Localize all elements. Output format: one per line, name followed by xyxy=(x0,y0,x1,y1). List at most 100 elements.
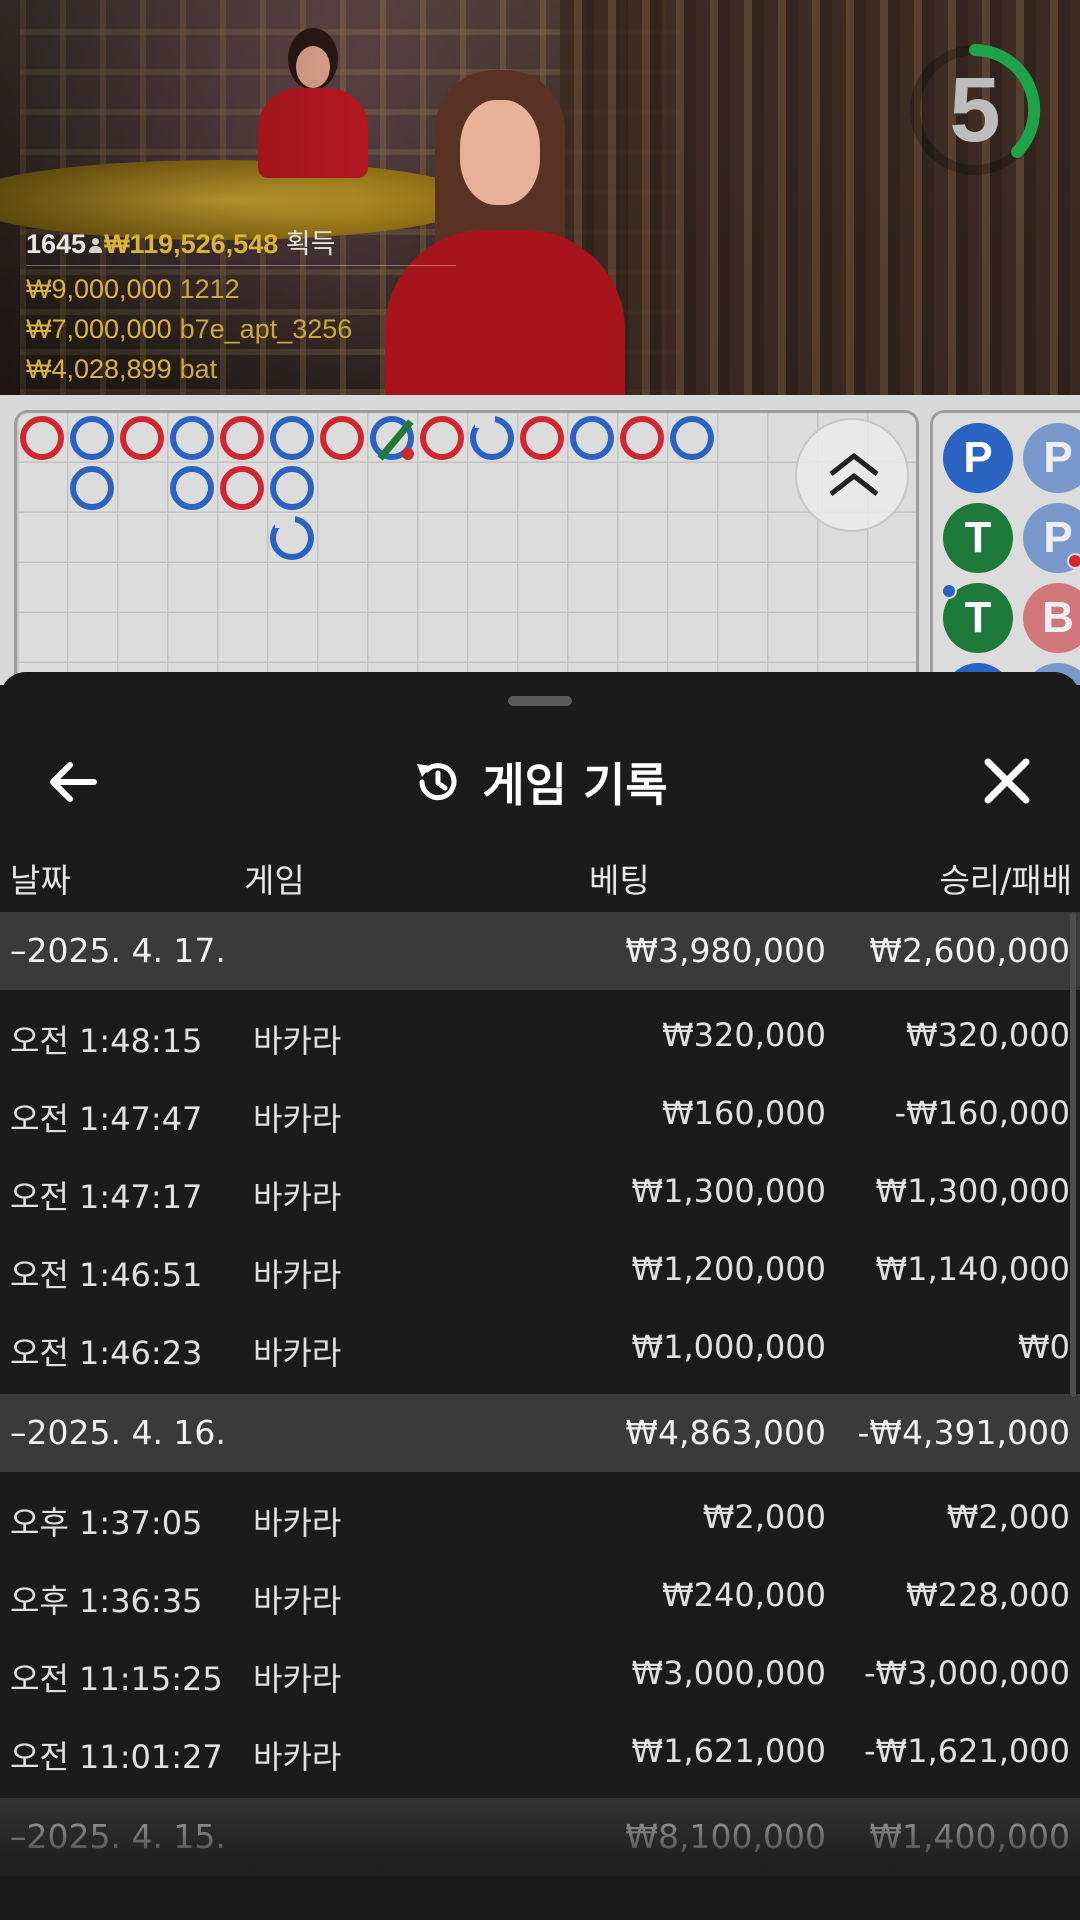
row-game: 바카라 xyxy=(253,1504,342,1542)
history-row[interactable]: 오전 1:47:17 바카라 ₩1,300,000 ₩1,300,000 xyxy=(0,1153,1080,1231)
banker-ring xyxy=(220,466,264,510)
banker-ring xyxy=(420,416,464,460)
game-history-sheet: 게임 기록 날짜 게임 베팅 승리/패배 –2025. 4. 17. ₩3,980 xyxy=(0,672,1080,1920)
row-time: 오후 1:36:35 xyxy=(10,1582,203,1620)
natural-marker xyxy=(275,514,295,528)
group-win-total: -₩4,391,000 xyxy=(857,1413,1071,1452)
total-win-amount: ₩119,526,548 xyxy=(104,229,279,259)
history-row[interactable]: 오전 11:15:25 바카라 ₩3,000,000 -₩3,000,000 xyxy=(0,1635,1080,1713)
scrollbar[interactable] xyxy=(1070,912,1076,1397)
expand-roadmap-button[interactable] xyxy=(795,418,909,532)
row-bet: ₩160,000 xyxy=(662,1094,826,1132)
player-ring xyxy=(70,466,114,510)
row-game: 바카라 xyxy=(253,1256,342,1294)
winner-user: bat xyxy=(179,354,218,384)
history-row[interactable]: 오전 1:47:47 바카라 ₩160,000 -₩160,000 xyxy=(0,1075,1080,1153)
sheet-header: 게임 기록 xyxy=(0,722,1080,842)
winner-amount: ₩4,028,899 xyxy=(26,354,172,384)
live-video-stream: 1645 ₩119,526,548 획득 ₩9,000,000 1212 ₩7,00… xyxy=(0,0,1080,395)
group-win-total: ₩1,400,000 xyxy=(869,1817,1070,1856)
group-bet-total: ₩4,863,000 xyxy=(625,1413,826,1452)
banker-ring xyxy=(520,416,564,460)
row-bet: ₩240,000 xyxy=(662,1576,826,1614)
banker-bead: B xyxy=(1023,583,1080,653)
back-button[interactable] xyxy=(38,752,110,812)
date-group-header[interactable]: –2025. 4. 16. ₩4,863,000 -₩4,391,000 xyxy=(0,1394,1080,1472)
row-game: 바카라 xyxy=(253,1738,342,1776)
row-win-loss: ₩2,000 xyxy=(946,1498,1070,1536)
banker-ring xyxy=(220,416,264,460)
arrow-left-icon xyxy=(50,762,97,802)
row-bet: ₩1,300,000 xyxy=(631,1172,827,1210)
date-group-header[interactable]: –2025. 4. 15. ₩8,100,000 ₩1,400,000 xyxy=(0,1798,1080,1876)
banker-ring xyxy=(620,416,664,460)
banker-ring xyxy=(320,416,364,460)
row-bet: ₩320,000 xyxy=(662,1016,826,1054)
player-ring xyxy=(270,466,314,510)
player-bead: P xyxy=(1023,423,1080,493)
row-win-loss: -₩1,621,000 xyxy=(863,1732,1070,1770)
row-game: 바카라 xyxy=(253,1582,342,1620)
row-time: 오전 1:47:17 xyxy=(10,1178,203,1216)
winner-row: ₩7,000,000 b7e_apt_3256 xyxy=(26,314,352,345)
row-win-loss: ₩320,000 xyxy=(906,1016,1070,1054)
player-ring xyxy=(270,416,314,460)
big-road xyxy=(14,410,919,685)
row-win-loss: ₩1,300,000 xyxy=(875,1172,1071,1210)
history-row[interactable]: 오전 1:46:51 바카라 ₩1,200,000 ₩1,140,000 xyxy=(0,1231,1080,1309)
row-game: 바카라 xyxy=(253,1022,342,1060)
row-bet: ₩1,200,000 xyxy=(631,1250,827,1288)
row-win-loss: ₩1,140,000 xyxy=(875,1250,1071,1288)
row-game: 바카라 xyxy=(253,1660,342,1698)
total-win-label: 획득 xyxy=(285,229,336,259)
person-icon xyxy=(89,238,103,254)
row-time: 오후 1:37:05 xyxy=(10,1504,203,1542)
row-win-loss: ₩0 xyxy=(1018,1328,1070,1366)
overlay-divider xyxy=(26,265,456,266)
group-bet-total: ₩3,980,000 xyxy=(625,931,826,970)
row-win-loss: ₩228,000 xyxy=(906,1576,1070,1614)
row-bet: ₩2,000 xyxy=(702,1498,826,1536)
row-time: 오전 1:48:15 xyxy=(10,1022,203,1060)
history-row[interactable]: 오전 11:01:27 바카라 ₩1,621,000 -₩1,621,000 xyxy=(0,1713,1080,1791)
history-row[interactable]: 오전 1:46:23 바카라 ₩1,000,000 ₩0 xyxy=(0,1309,1080,1387)
row-bet: ₩1,000,000 xyxy=(631,1328,827,1366)
winner-amount: ₩7,000,000 xyxy=(26,314,172,344)
row-win-loss: -₩160,000 xyxy=(894,1094,1070,1132)
winner-row: ₩4,028,899 bat xyxy=(26,354,217,385)
tie-bead: T xyxy=(943,503,1013,573)
player-ring xyxy=(670,416,714,460)
column-header-bet: 베팅 xyxy=(589,861,650,900)
countdown-timer: 5 xyxy=(905,40,1045,180)
close-button[interactable] xyxy=(970,750,1042,814)
row-win-loss: -₩3,000,000 xyxy=(863,1654,1070,1692)
date-group-header[interactable]: –2025. 4. 17. ₩3,980,000 ₩2,600,000 xyxy=(0,912,1080,990)
player-bead: P xyxy=(943,423,1013,493)
countdown-number: 5 xyxy=(949,59,1001,161)
history-icon xyxy=(417,763,457,801)
row-time: 오전 11:01:27 xyxy=(10,1738,223,1776)
column-headers: 날짜 게임 베팅 승리/패배 xyxy=(0,840,1080,910)
row-game: 바카라 xyxy=(253,1178,342,1216)
winner-amount: ₩9,000,000 xyxy=(26,274,172,304)
row-bet: ₩3,000,000 xyxy=(631,1654,827,1692)
row-game: 바카라 xyxy=(253,1100,342,1138)
total-win-line: 1645 ₩119,526,548 획득 xyxy=(26,222,335,261)
history-row[interactable]: 오후 1:37:05 바카라 ₩2,000 ₩2,000 xyxy=(0,1479,1080,1557)
pair-dot xyxy=(402,448,414,460)
row-time: 오전 1:47:47 xyxy=(10,1100,203,1138)
winner-row: ₩9,000,000 1212 xyxy=(26,274,240,305)
row-game: 바카라 xyxy=(253,1334,342,1372)
double-chevron-up-icon xyxy=(829,453,879,496)
history-row[interactable]: 오전 1:48:15 바카라 ₩320,000 ₩320,000 xyxy=(0,997,1080,1075)
column-header-win-loss: 승리/패배 xyxy=(939,861,1072,900)
sheet-title: 게임 기록 xyxy=(482,758,668,812)
history-row[interactable]: 오후 1:36:35 바카라 ₩240,000 ₩228,000 xyxy=(0,1557,1080,1635)
group-date: –2025. 4. 15. xyxy=(10,1817,226,1856)
history-list: –2025. 4. 17. ₩3,980,000 ₩2,600,000 오전 1:48… xyxy=(0,912,1080,1876)
row-bet: ₩1,621,000 xyxy=(631,1732,827,1770)
sheet-drag-handle[interactable] xyxy=(508,696,572,706)
player-ring xyxy=(570,416,614,460)
row-time: 오전 11:15:25 xyxy=(10,1660,223,1698)
group-date: –2025. 4. 16. xyxy=(10,1413,226,1452)
